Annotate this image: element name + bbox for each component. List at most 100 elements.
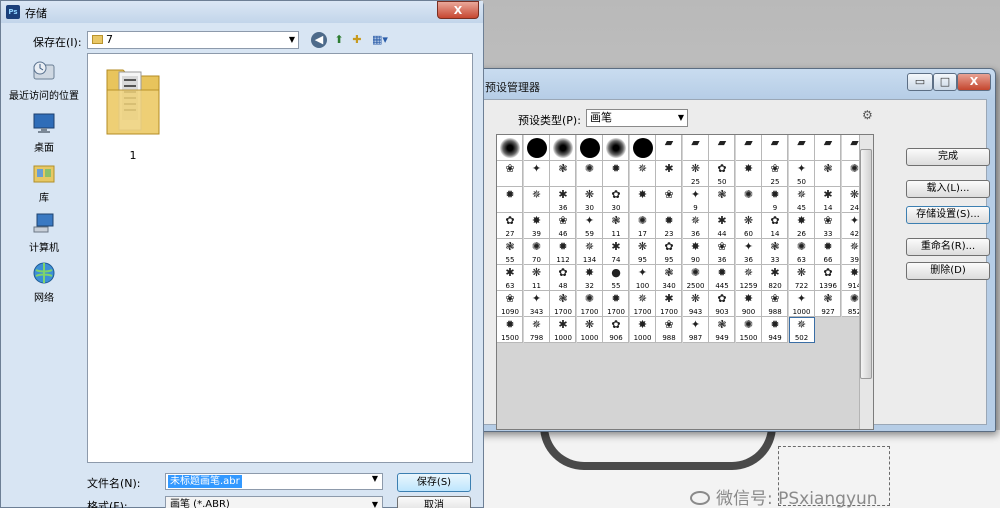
rename-button[interactable]: 重命名(R)... bbox=[906, 238, 990, 256]
brush-preset[interactable]: ▰ bbox=[788, 135, 815, 161]
brush-preset[interactable]: ✱ 63 bbox=[497, 265, 523, 291]
brush-preset[interactable]: ❀ 988 bbox=[656, 317, 682, 343]
brush-preset[interactable]: ✦ 1000 bbox=[788, 291, 815, 317]
brush-preset[interactable]: ✱ 1000 bbox=[550, 317, 576, 343]
brush-preset[interactable]: ✵ 45 bbox=[788, 187, 815, 213]
brush-preset[interactable]: ✦ 100 bbox=[629, 265, 656, 291]
brush-preset[interactable] bbox=[550, 135, 576, 161]
brush-preset[interactable]: ✦ 987 bbox=[682, 317, 709, 343]
new-folder-icon[interactable]: ✚ bbox=[349, 32, 365, 48]
brush-preset[interactable] bbox=[576, 135, 603, 161]
brush-preset[interactable]: ✺ 2500 bbox=[682, 265, 709, 291]
maximize-button[interactable]: □ bbox=[933, 73, 957, 91]
brush-preset[interactable]: ✦ 36 bbox=[735, 239, 762, 265]
brush-preset[interactable]: ✹ 1500 bbox=[497, 317, 523, 343]
brush-preset[interactable]: ✸ 1000 bbox=[629, 317, 656, 343]
brush-preset[interactable]: ❋ 722 bbox=[788, 265, 815, 291]
brush-preset[interactable]: ✵ bbox=[629, 161, 656, 187]
brush-preset[interactable]: ✸ 32 bbox=[576, 265, 603, 291]
brush-preset[interactable]: ✹ 9 bbox=[762, 187, 788, 213]
brush-preset[interactable]: ✺ bbox=[735, 187, 762, 213]
brush-preset[interactable]: ❃ 340 bbox=[656, 265, 682, 291]
brush-preset[interactable]: ❋ 943 bbox=[682, 291, 709, 317]
place-computer[interactable]: 计算机 bbox=[5, 211, 83, 254]
brush-preset[interactable]: ✱ 74 bbox=[603, 239, 629, 265]
brush-preset[interactable]: ✸ bbox=[735, 161, 762, 187]
brush-preset[interactable]: ✸ bbox=[629, 187, 656, 213]
vertical-scrollbar[interactable] bbox=[859, 135, 873, 429]
brush-preset[interactable]: ❋ 95 bbox=[629, 239, 656, 265]
save-button[interactable]: 保存(S) bbox=[397, 473, 471, 492]
brush-preset[interactable]: ✦ 9 bbox=[682, 187, 709, 213]
brush-preset[interactable]: ❀ 988 bbox=[762, 291, 788, 317]
place-desktop[interactable]: 桌面 bbox=[5, 111, 83, 154]
brush-preset[interactable]: ✸ 39 bbox=[523, 213, 550, 239]
brush-preset[interactable]: ✺ 17 bbox=[629, 213, 656, 239]
brush-preset[interactable]: ✱ 14 bbox=[815, 187, 841, 213]
brush-preset[interactable]: ❀ bbox=[656, 187, 682, 213]
brush-preset[interactable]: ❃ bbox=[709, 187, 735, 213]
brush-preset[interactable]: ✿ 30 bbox=[603, 187, 629, 213]
view-menu-icon[interactable]: ▦▾ bbox=[369, 32, 391, 48]
brush-preset[interactable]: ✹ 1700 bbox=[603, 291, 629, 317]
brush-preset[interactable]: ▰ bbox=[709, 135, 735, 161]
brush-preset[interactable]: ✺ 1700 bbox=[576, 291, 603, 317]
brush-preset[interactable]: ✸ 900 bbox=[735, 291, 762, 317]
brush-preset[interactable]: ✵ 1259 bbox=[735, 265, 762, 291]
brush-preset[interactable]: ❃ bbox=[815, 161, 841, 187]
brush-preset[interactable]: ● 55 bbox=[603, 265, 629, 291]
brush-preset[interactable]: ❋ 25 bbox=[682, 161, 709, 187]
brush-preset[interactable]: ✿ 906 bbox=[603, 317, 629, 343]
brush-preset[interactable]: ❀ 46 bbox=[550, 213, 576, 239]
minimize-button[interactable]: ▭ bbox=[907, 73, 933, 91]
brush-preset[interactable]: ✹ 66 bbox=[815, 239, 841, 265]
filename-input[interactable]: 未标题画笔.abr ▼ bbox=[165, 473, 383, 490]
brush-preset[interactable]: ❀ 36 bbox=[709, 239, 735, 265]
brush-preset[interactable]: ▰ bbox=[682, 135, 709, 161]
brush-preset[interactable]: ✱ 44 bbox=[709, 213, 735, 239]
brush-preset[interactable] bbox=[497, 135, 523, 161]
brush-preset[interactable]: ✿ 27 bbox=[497, 213, 523, 239]
load-button[interactable]: 载入(L)... bbox=[906, 180, 990, 198]
folder-item[interactable]: 1 bbox=[100, 60, 166, 162]
brush-preset[interactable]: ❃ 927 bbox=[815, 291, 841, 317]
brush-preset[interactable]: ✺ 1500 bbox=[735, 317, 762, 343]
brush-preset[interactable]: ❋ 60 bbox=[735, 213, 762, 239]
brush-preset[interactable] bbox=[523, 135, 550, 161]
brush-preset[interactable]: ✹ 445 bbox=[709, 265, 735, 291]
brush-preset[interactable]: ✦ 343 bbox=[523, 291, 550, 317]
file-list[interactable]: 1 bbox=[87, 53, 473, 463]
brush-preset[interactable]: ✹ 23 bbox=[656, 213, 682, 239]
brush-preset[interactable]: ✦ 50 bbox=[788, 161, 815, 187]
brush-preset[interactable] bbox=[603, 135, 629, 161]
brush-preset[interactable]: ❃ bbox=[550, 161, 576, 187]
brush-preset[interactable]: ❀ 1090 bbox=[497, 291, 523, 317]
brush-preset[interactable]: ✱ 1700 bbox=[656, 291, 682, 317]
place-network[interactable]: 网络 bbox=[5, 261, 83, 304]
brush-preset[interactable]: ✵ 36 bbox=[682, 213, 709, 239]
up-folder-icon[interactable]: ⬆ bbox=[331, 32, 347, 48]
brush-preset[interactable]: ✹ bbox=[603, 161, 629, 187]
brush-preset[interactable]: ✹ bbox=[497, 187, 523, 213]
brush-preset[interactable]: ✱ bbox=[656, 161, 682, 187]
brush-preset[interactable]: ✵ 502 bbox=[788, 317, 815, 343]
brush-preset[interactable]: ✿ 50 bbox=[709, 161, 735, 187]
brush-preset[interactable]: ✿ 1396 bbox=[815, 265, 841, 291]
brush-preset[interactable]: ✵ 1700 bbox=[629, 291, 656, 317]
cancel-button[interactable]: 取消 bbox=[397, 496, 471, 508]
brush-preset[interactable]: ❃ 55 bbox=[497, 239, 523, 265]
brush-preset[interactable]: ✹ 949 bbox=[762, 317, 788, 343]
brush-preset[interactable] bbox=[629, 135, 656, 161]
brush-preset[interactable]: ✿ 903 bbox=[709, 291, 735, 317]
brush-preset[interactable]: ▰ bbox=[762, 135, 788, 161]
preset-type-select[interactable]: 画笔 ▼ bbox=[586, 109, 688, 127]
brush-preset[interactable]: ✹ 112 bbox=[550, 239, 576, 265]
brush-preset[interactable]: ✦ bbox=[523, 161, 550, 187]
brush-preset[interactable]: ✵ 134 bbox=[576, 239, 603, 265]
place-libraries[interactable]: 库 bbox=[5, 161, 83, 204]
brush-preset[interactable]: ❋ 1000 bbox=[576, 317, 603, 343]
brush-preset[interactable]: ✺ bbox=[576, 161, 603, 187]
brush-preset[interactable]: ✦ 59 bbox=[576, 213, 603, 239]
brush-preset[interactable]: ❃ 11 bbox=[603, 213, 629, 239]
brush-preset[interactable]: ✸ 90 bbox=[682, 239, 709, 265]
